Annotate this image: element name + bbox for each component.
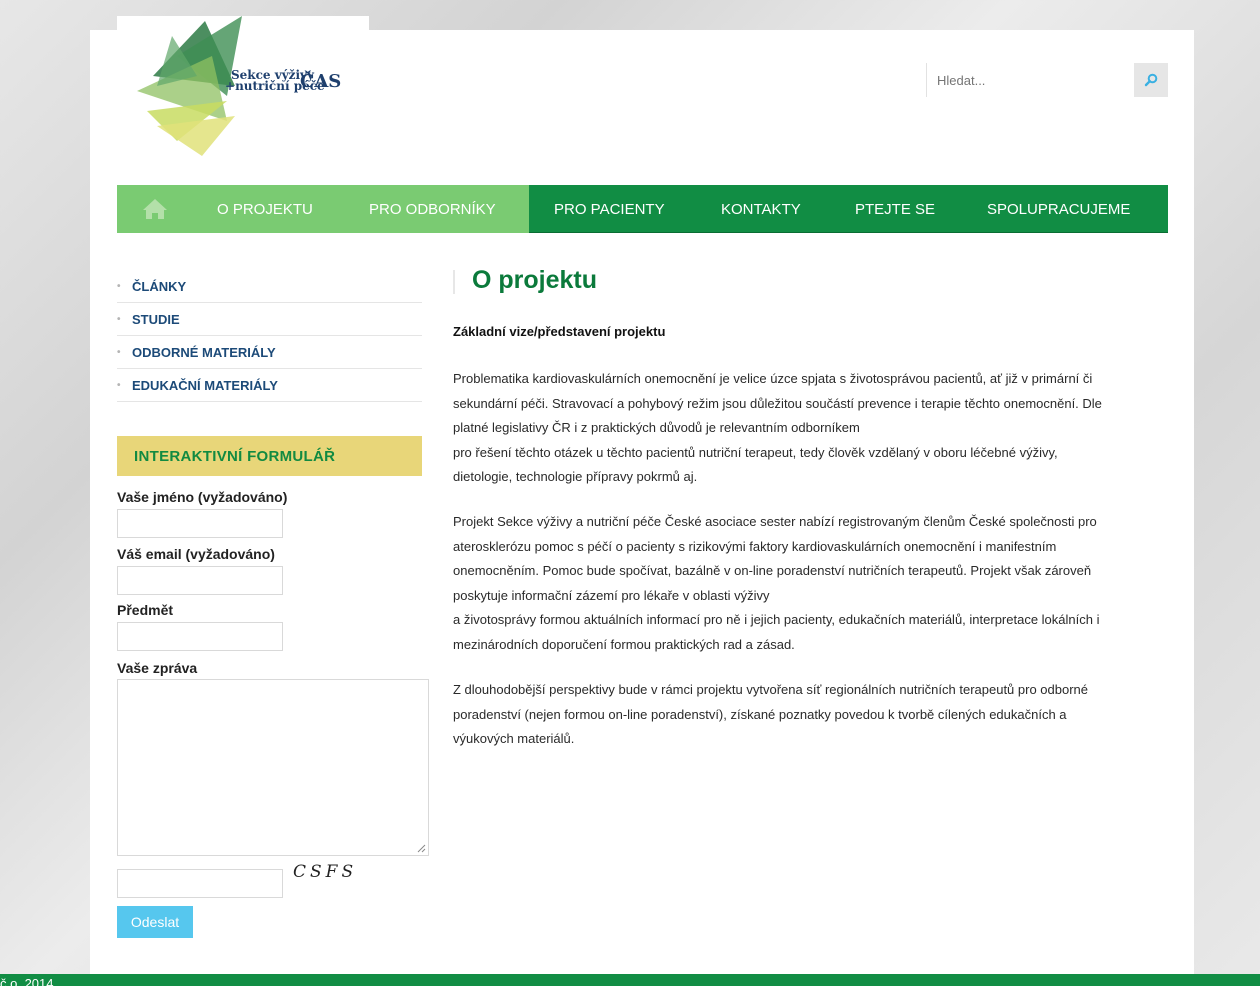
- paragraph-line: Projekt Sekce výživy a nutriční péče Čes…: [453, 514, 1097, 529]
- paragraph-line: mezinárodních doporučení formou praktick…: [453, 636, 795, 652]
- sidebar-item-edukacni-materialy[interactable]: • EDUKAČNÍ MATERIÁLY: [117, 369, 422, 402]
- search-field[interactable]: [926, 63, 1132, 97]
- search-input[interactable]: [927, 63, 1132, 97]
- paragraph-2: Projekt Sekce výživy a nutriční péče Čes…: [453, 510, 1168, 657]
- sidebar-item-label: STUDIE: [132, 311, 180, 327]
- title-accent: [453, 270, 455, 294]
- nav-item-o-projektu[interactable]: O PROJEKTU: [217, 185, 313, 233]
- search-icon: [1144, 73, 1158, 87]
- logo-plus: +: [225, 79, 236, 93]
- subject-field[interactable]: [117, 622, 283, 651]
- sidebar-item-odborne-materialy[interactable]: • ODBORNÉ MATERIÁLY: [117, 336, 422, 369]
- site-logo[interactable]: Sekce výživy +nutriční péče ČAS: [117, 16, 369, 166]
- resize-grip-icon[interactable]: [417, 844, 426, 853]
- email-label: Váš email (vyžadováno): [117, 546, 275, 562]
- paragraph-line: pro řešení těchto otázek u těchto pacien…: [453, 444, 1058, 460]
- footer-copyright: č.o. 2014: [0, 976, 54, 986]
- footer-bar: [0, 974, 1260, 986]
- nav-item-spolupracujeme[interactable]: SPOLUPRACUJEME: [987, 185, 1130, 233]
- paragraph-line: výukových materiálů.: [453, 731, 575, 746]
- nav-item-ptejte-se[interactable]: PTEJTE SE: [855, 185, 935, 233]
- sidebar-item-studie[interactable]: • STUDIE: [117, 303, 422, 336]
- nav-item-kontakty[interactable]: KONTAKTY: [721, 185, 801, 233]
- form-title: INTERAKTIVNÍ FORMULÁŘ: [117, 436, 422, 476]
- message-textarea[interactable]: [117, 679, 429, 856]
- home-icon[interactable]: [142, 197, 168, 221]
- paragraph-1: Problematika kardiovaskulárních onemocně…: [453, 367, 1168, 490]
- message-label: Vaše zpráva: [117, 660, 198, 676]
- submit-button[interactable]: Odeslat: [117, 906, 193, 938]
- article-subtitle: Základní vize/představení projektu: [453, 324, 666, 339]
- paragraph-line: platné legislativy ČR i z praktických dů…: [453, 420, 860, 435]
- paragraph-line: poradenství (nejen formou on-line porade…: [453, 706, 1067, 722]
- page-title: O projektu: [472, 266, 598, 294]
- name-field[interactable]: [117, 509, 283, 538]
- bullet-icon: •: [117, 346, 121, 358]
- paragraph-line: a životosprávy formou aktuálních informa…: [453, 612, 1100, 627]
- paragraph-line: onemocněním. Pomoc bude spočívat, bazáln…: [453, 563, 1092, 578]
- sidebar-item-label: EDUKAČNÍ MATERIÁLY: [132, 377, 278, 393]
- sidebar-item-label: ČLÁNKY: [132, 278, 187, 294]
- bullet-icon: •: [117, 379, 121, 391]
- email-field[interactable]: [117, 566, 283, 595]
- search-button[interactable]: [1134, 63, 1168, 97]
- main-nav: O PROJEKTU PRO ODBORNÍKY PRO PACIENTY KO…: [117, 185, 1168, 233]
- sidebar-menu: • ČLÁNKY • STUDIE • ODBORNÉ MATERIÁLY • …: [117, 270, 422, 402]
- paragraph-line: aterosklerózu pomoc s péčí o pacienty s …: [453, 538, 1057, 554]
- sidebar-item-clanky[interactable]: • ČLÁNKY: [117, 270, 422, 303]
- paragraph-3: Z dlouhodobější perspektivy bude v rámci…: [453, 678, 1168, 752]
- paragraph-line: dietologie, technologie přípravy pokrmů …: [453, 469, 698, 484]
- paragraph-line: poskytuje informační zázemí pro lékaře v…: [453, 587, 770, 603]
- name-label: Vaše jméno (vyžadováno): [117, 489, 288, 505]
- subject-label: Předmět: [117, 602, 174, 618]
- paragraph-line: Z dlouhodobější perspektivy bude v rámci…: [453, 682, 1089, 697]
- bullet-icon: •: [117, 280, 121, 292]
- logo-mark: ČAS: [300, 71, 342, 92]
- nav-item-pro-pacienty[interactable]: PRO PACIENTY: [554, 185, 665, 233]
- captcha-image: CSFS: [293, 862, 358, 882]
- bullet-icon: •: [117, 313, 121, 325]
- sidebar-item-label: ODBORNÉ MATERIÁLY: [132, 344, 276, 360]
- paragraph-line: Problematika kardiovaskulárních onemocně…: [453, 371, 1093, 386]
- nav-item-pro-odborniky[interactable]: PRO ODBORNÍKY: [369, 185, 496, 233]
- paragraph-line: sekundární péči. Stravovací a pohybový r…: [453, 395, 1102, 411]
- captcha-input[interactable]: [117, 869, 283, 898]
